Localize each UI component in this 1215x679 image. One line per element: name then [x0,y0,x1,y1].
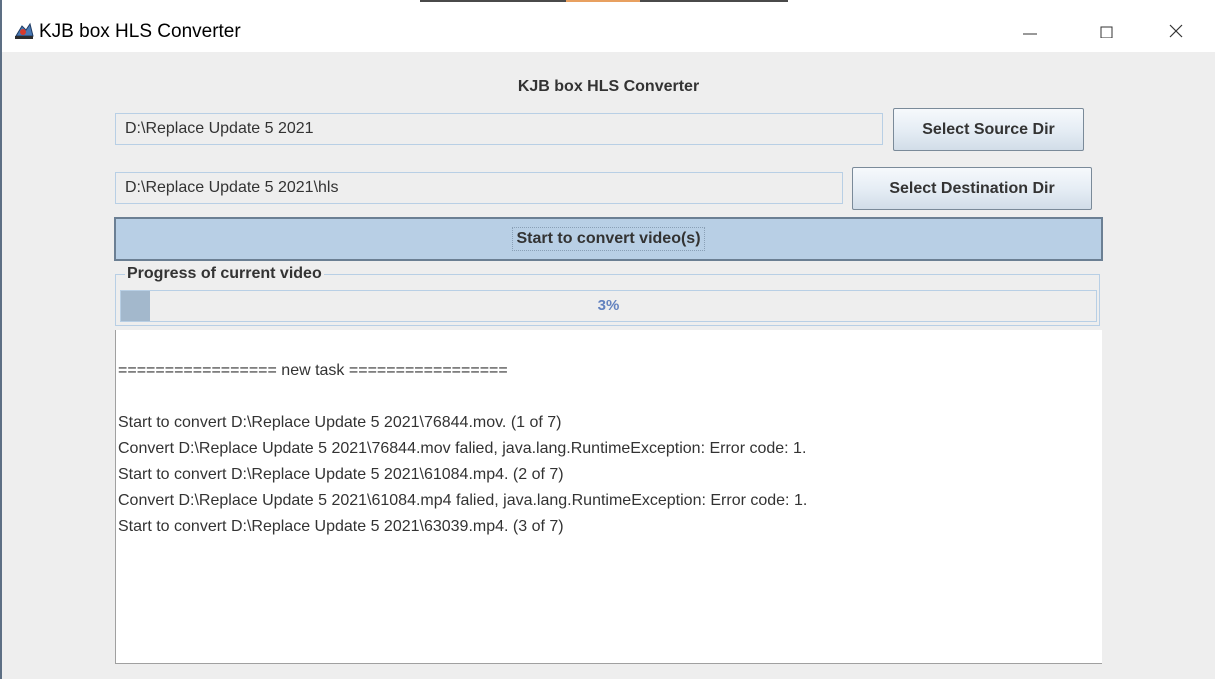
close-icon [1169,24,1183,38]
log-line: Start to convert D:\Replace Update 5 202… [118,466,564,483]
java-app-icon [15,22,34,39]
window-title: KJB box HLS Converter [39,21,241,42]
main-panel: KJB box HLS Converter D:\Replace Update … [2,52,1215,679]
start-convert-button[interactable]: Start to convert video(s) [114,217,1103,261]
progress-bar: 3% [120,290,1097,322]
app-heading: KJB box HLS Converter [517,78,700,95]
minimize-icon [1023,33,1037,35]
log-line: Convert D:\Replace Update 5 2021\61084.m… [118,492,808,509]
maximize-icon [1100,26,1113,38]
titlebar-accent [640,0,788,2]
progress-percent-text: 3% [597,297,620,314]
log-line: ================= new task =============… [118,362,508,379]
window-titlebar[interactable]: KJB box HLS Converter [2,0,1215,52]
titlebar-accent [420,0,566,2]
progress-legend: Progress of current video [125,264,324,284]
minimize-button[interactable] [1008,12,1052,50]
log-line: Convert D:\Replace Update 5 2021\76844.m… [118,440,807,457]
destination-dir-field[interactable]: D:\Replace Update 5 2021\hls [115,172,843,204]
log-line: Start to convert D:\Replace Update 5 202… [118,518,564,535]
log-textarea[interactable]: ================= new task =============… [115,330,1102,664]
select-destination-dir-button[interactable]: Select Destination Dir [852,167,1092,210]
source-dir-field[interactable]: D:\Replace Update 5 2021 [115,113,883,145]
log-line: Start to convert D:\Replace Update 5 202… [118,414,562,431]
select-source-dir-button[interactable]: Select Source Dir [893,108,1084,151]
titlebar-accent-highlight [566,0,640,2]
close-button[interactable] [1154,12,1198,50]
start-convert-label: Start to convert video(s) [512,227,705,251]
maximize-button[interactable] [1085,12,1129,50]
